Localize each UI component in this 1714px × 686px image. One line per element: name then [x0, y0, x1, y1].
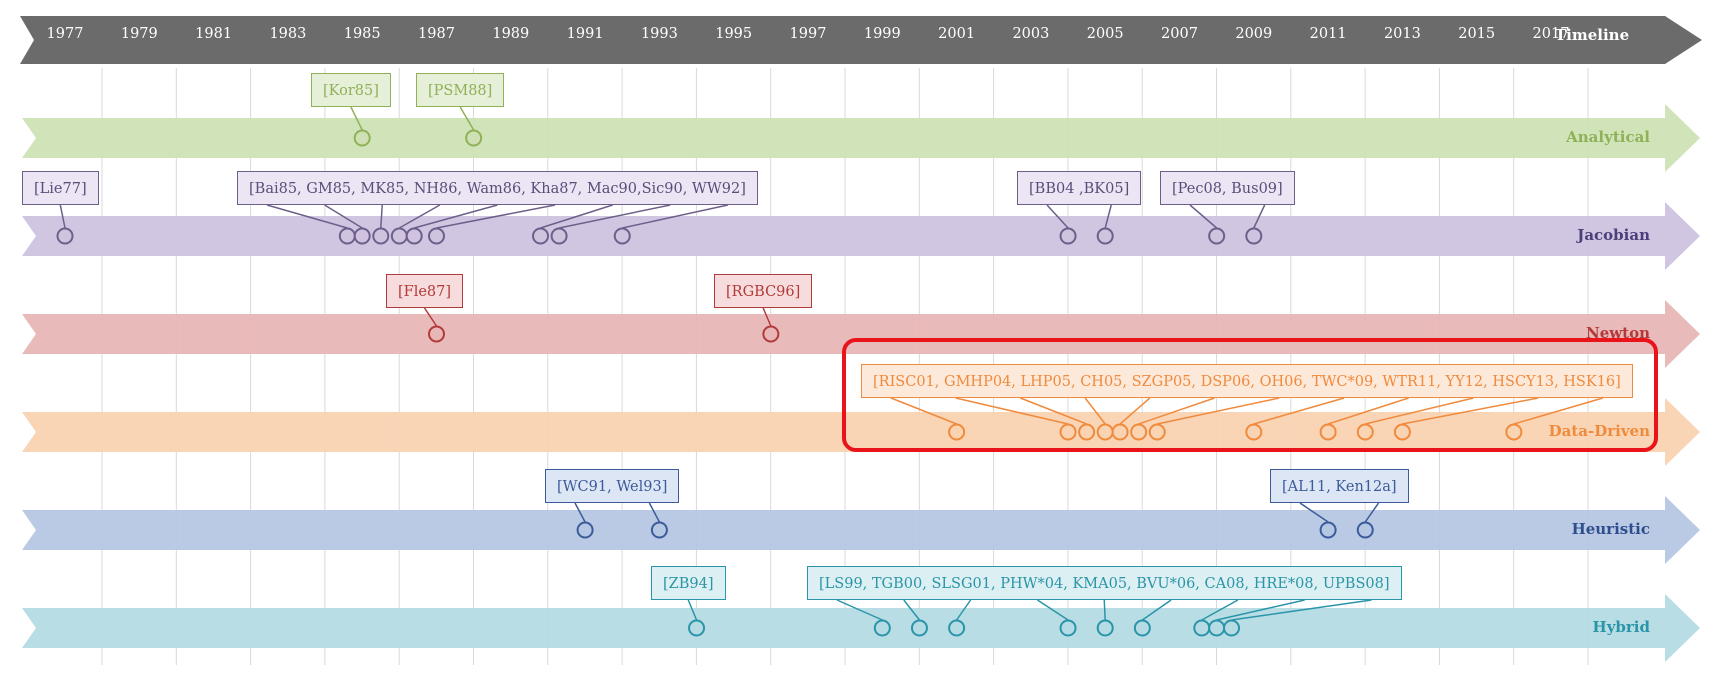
- event-dot: [428, 325, 445, 343]
- event-dot: [650, 521, 668, 539]
- event-dot: [532, 227, 550, 245]
- band-arrow-jacobian: [22, 202, 1700, 270]
- event-dot: [948, 619, 966, 637]
- highlight-box: [842, 338, 1658, 452]
- ref-box: [PSM88]: [416, 73, 505, 107]
- year-label: 1991: [566, 26, 604, 42]
- event-dot: [910, 619, 928, 637]
- event-dot: [1193, 619, 1211, 637]
- event-dot: [353, 227, 371, 245]
- ref-box: [LS99, TGB00, SLSG01, PHW*04, KMA05, BVU…: [807, 566, 1402, 600]
- year-label: 2003: [1012, 26, 1050, 42]
- year-label: 1977: [46, 26, 84, 42]
- ref-box: [Pec08, Bus09]: [1160, 171, 1295, 205]
- band-arrow-analytical: [22, 104, 1700, 172]
- event-dot: [550, 227, 568, 245]
- ref-box: [Bai85, GM85, MK85, NH86, Wam86, Kha87, …: [237, 171, 758, 205]
- event-dot: [1133, 619, 1151, 637]
- year-label: 2001: [938, 26, 976, 42]
- event-dot: [405, 227, 423, 245]
- year-label: 1989: [492, 26, 530, 42]
- year-label: 1993: [640, 26, 678, 42]
- ref-box: [BB04 ,BK05]: [1017, 171, 1142, 205]
- event-dot: [1096, 227, 1114, 245]
- connector-line: [1103, 599, 1106, 621]
- event-dot: [56, 227, 74, 245]
- event-dot: [1208, 619, 1226, 637]
- event-dot: [1096, 619, 1114, 637]
- event-dot: [1208, 227, 1226, 245]
- year-label: 2013: [1383, 26, 1421, 42]
- year-label: 2005: [1086, 26, 1124, 42]
- year-label: 1981: [195, 26, 233, 42]
- ref-box: [WC91, Wel93]: [545, 469, 680, 503]
- year-label: 1985: [343, 26, 381, 42]
- band-label-hybrid: Hybrid: [1592, 618, 1650, 636]
- ref-box: [Fle87]: [386, 274, 464, 308]
- event-dot: [338, 227, 356, 245]
- band-arrow-hybrid: [22, 594, 1700, 662]
- year-label: 1997: [789, 26, 827, 42]
- event-dot: [1059, 619, 1077, 637]
- event-dot: [465, 129, 483, 147]
- event-dot: [1059, 227, 1077, 245]
- event-dot: [372, 227, 390, 245]
- year-label: 2011: [1309, 26, 1347, 42]
- year-label: 2017: [1532, 26, 1570, 42]
- event-dot: [1319, 521, 1337, 539]
- timeline-diagram: Timeline 1977 1979 1981 1983 1985 1987 1989 199…: [0, 0, 1714, 686]
- event-dot: [576, 521, 594, 539]
- ref-box: [AL11, Ken12a]: [1270, 469, 1409, 503]
- year-label: 1995: [715, 26, 753, 42]
- event-dot: [1223, 619, 1241, 637]
- ref-box: [RGBC96]: [714, 274, 813, 308]
- band-label-analytical: Analytical: [1566, 128, 1650, 146]
- ref-box: [ZB94]: [651, 566, 726, 600]
- year-label: 2009: [1235, 26, 1273, 42]
- event-dot: [1245, 227, 1263, 245]
- event-dot: [390, 227, 408, 245]
- event-dot: [613, 227, 631, 245]
- ref-box: [Lie77]: [22, 171, 99, 205]
- year-label: 1979: [120, 26, 158, 42]
- year-label: 1999: [863, 26, 901, 42]
- year-label: 2015: [1458, 26, 1496, 42]
- event-dot: [762, 325, 780, 343]
- year-label: 1987: [418, 26, 455, 42]
- band-arrow-heuristic: [22, 496, 1700, 564]
- ref-box: [Kor85]: [311, 73, 391, 107]
- band-label-jacobian: Jacobian: [1577, 226, 1650, 244]
- event-dot: [688, 619, 706, 637]
- event-dot: [873, 619, 891, 637]
- event-dot: [1356, 521, 1374, 539]
- event-dot: [353, 129, 371, 147]
- year-label: 1983: [269, 26, 307, 42]
- event-dot: [428, 227, 445, 245]
- year-label: 2007: [1161, 26, 1198, 42]
- band-label-heuristic: Heuristic: [1571, 520, 1650, 538]
